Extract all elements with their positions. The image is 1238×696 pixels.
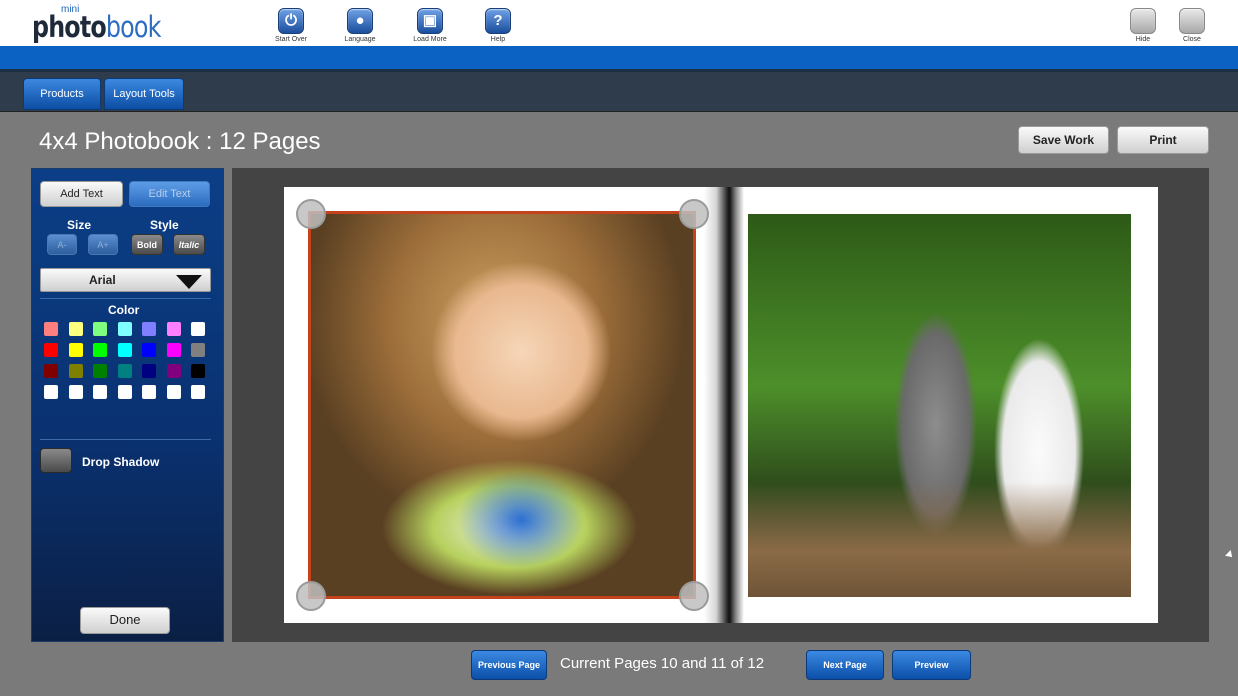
color-swatch[interactable] <box>191 364 205 378</box>
logo-wordmark: photobook <box>32 10 161 44</box>
add-text-button[interactable]: Add Text <box>40 181 123 207</box>
color-swatch[interactable] <box>93 343 107 357</box>
color-swatch[interactable] <box>93 364 107 378</box>
color-swatch[interactable] <box>166 322 181 336</box>
color-swatch[interactable] <box>166 343 181 357</box>
color-swatch[interactable] <box>191 322 205 336</box>
main-area: 4x4 Photobook : 12 Pages Save Work Print… <box>0 112 1238 696</box>
color-swatch[interactable] <box>191 343 205 357</box>
current-pages-text: Current Pages 10 and 11 of 12 <box>560 655 765 672</box>
app-logo: mini photobook <box>32 4 162 44</box>
color-swatch[interactable] <box>191 385 205 399</box>
size-increase-button[interactable]: A+ <box>88 234 118 255</box>
drop-shadow-label: Drop Shadow <box>82 455 160 469</box>
start-over-label: Start Over <box>275 36 307 43</box>
page-title: 4x4 Photobook : 12 Pages <box>39 128 321 155</box>
photo-right-couple-bridge[interactable] <box>748 214 1131 597</box>
resize-handle-top-left[interactable] <box>296 199 326 229</box>
previous-page-button[interactable]: Previous Page <box>471 650 547 680</box>
photo-left-bride-bouquet[interactable] <box>308 211 696 599</box>
close-button[interactable]: Close <box>1164 4 1220 46</box>
font-value: Arial <box>89 273 116 287</box>
color-swatch[interactable] <box>68 364 83 378</box>
edit-text-button[interactable]: Edit Text <box>129 181 210 207</box>
language-button[interactable]: ● Language <box>332 4 388 46</box>
book-gutter <box>704 187 744 623</box>
load-more-button[interactable]: ▣ Load More <box>402 4 458 46</box>
speech-head-icon: ● <box>347 8 373 34</box>
dropdown-arrow-icon <box>176 275 202 289</box>
hide-button[interactable]: Hide <box>1115 4 1171 46</box>
book-spread <box>284 187 1158 623</box>
color-swatch[interactable] <box>142 385 156 399</box>
close-icon <box>1179 8 1205 34</box>
color-swatch[interactable] <box>44 364 58 378</box>
logo-photo: photo <box>32 10 107 44</box>
color-swatch[interactable] <box>142 343 156 357</box>
preview-button[interactable]: Preview <box>892 650 971 680</box>
drop-shadow-toggle[interactable] <box>40 448 72 473</box>
header-band <box>0 46 1238 72</box>
color-swatch[interactable] <box>68 385 83 399</box>
color-swatch[interactable] <box>68 343 83 357</box>
resize-handle-bottom-right[interactable] <box>679 581 709 611</box>
menu-bar: Products Layout Tools <box>0 72 1238 112</box>
load-more-label: Load More <box>413 36 447 43</box>
color-swatch[interactable] <box>166 385 181 399</box>
color-swatch[interactable] <box>117 364 132 378</box>
help-label: Help <box>490 36 506 43</box>
text-tools-panel: Add Text Edit Text Size Style A- A+ Bold… <box>31 168 224 642</box>
bold-button[interactable]: Bold <box>131 234 163 255</box>
divider <box>40 439 211 440</box>
resize-handle-bottom-left[interactable] <box>296 581 326 611</box>
italic-button[interactable]: Italic <box>173 234 205 255</box>
color-swatch[interactable] <box>117 385 132 399</box>
hide-icon <box>1130 8 1156 34</box>
size-label: Size <box>67 218 92 232</box>
resize-handle-top-right[interactable] <box>679 199 709 229</box>
size-decrease-button[interactable]: A- <box>47 234 77 255</box>
close-label: Close <box>1183 36 1201 43</box>
color-label: Color <box>108 303 140 317</box>
color-swatch[interactable] <box>93 322 107 336</box>
save-work-button[interactable]: Save Work <box>1018 126 1109 154</box>
photos-icon: ▣ <box>417 8 443 34</box>
hide-label: Hide <box>1135 36 1151 43</box>
tab-products[interactable]: Products <box>23 78 101 110</box>
color-swatch[interactable] <box>166 364 181 378</box>
power-icon: ⏻ <box>278 8 304 34</box>
help-button[interactable]: ? Help <box>470 4 526 46</box>
print-button[interactable]: Print <box>1117 126 1209 154</box>
color-swatch[interactable] <box>117 322 132 336</box>
color-swatch[interactable] <box>68 322 83 336</box>
color-swatch[interactable] <box>142 322 156 336</box>
question-mark-icon: ? <box>485 8 511 34</box>
color-swatch[interactable] <box>44 322 58 336</box>
tab-layout-tools[interactable]: Layout Tools <box>104 78 184 110</box>
top-toolbar: mini photobook ⏻ Start Over ● Language ▣… <box>0 0 1238 46</box>
language-label: Language <box>344 36 376 43</box>
color-swatch[interactable] <box>117 343 132 357</box>
logo-book: book <box>105 10 161 44</box>
divider <box>40 298 211 299</box>
style-label: Style <box>150 218 179 232</box>
done-button[interactable]: Done <box>80 607 170 634</box>
color-swatch[interactable] <box>93 385 107 399</box>
color-swatch[interactable] <box>142 364 156 378</box>
book-canvas <box>232 168 1209 642</box>
color-swatch[interactable] <box>44 385 58 399</box>
next-page-button[interactable]: Next Page <box>806 650 884 680</box>
font-select[interactable]: Arial <box>40 268 211 292</box>
start-over-button[interactable]: ⏻ Start Over <box>263 4 319 46</box>
color-swatch[interactable] <box>44 343 58 357</box>
